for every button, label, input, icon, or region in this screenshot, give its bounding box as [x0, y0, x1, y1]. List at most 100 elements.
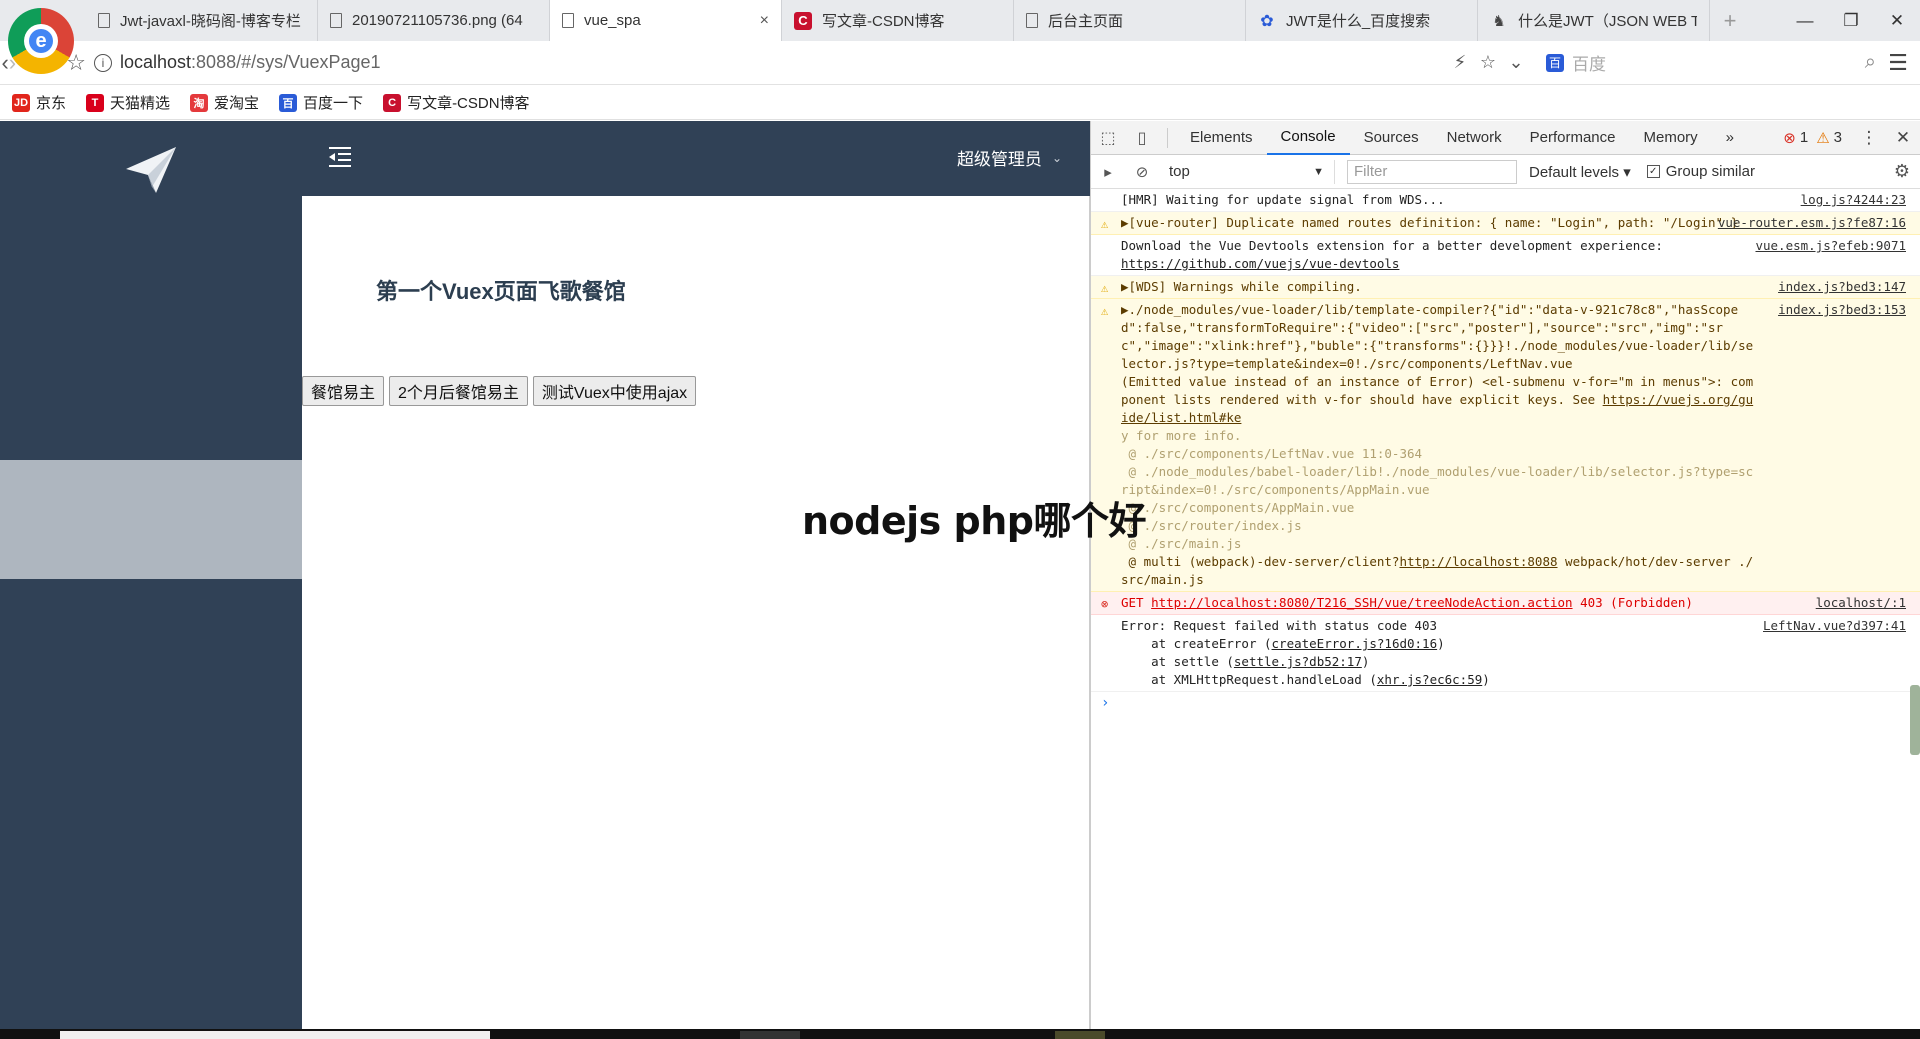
bookmark-item[interactable]: T 天猫精选 [86, 92, 170, 113]
levels-select[interactable]: Default levels ▾ [1529, 163, 1631, 181]
console-message: Download the Vue Devtools extension for … [1091, 235, 1920, 276]
window-controls: — ❐ ✕ [1782, 0, 1920, 41]
console-warning: ⚠ ▶[WDS] Warnings while compiling. index.j… [1091, 276, 1920, 299]
browser-tab-bar: e Jwt-javaxl-晓码阁-博客专栏 20190721105736.png… [0, 0, 1920, 74]
chevron-down-icon[interactable]: ⌄ [1502, 52, 1530, 73]
source-link[interactable]: index.js?bed3:147 [1778, 278, 1906, 296]
device-toggle-icon[interactable]: ▯ [1125, 128, 1159, 148]
warning-count[interactable]: 3 [1834, 129, 1842, 146]
gear-icon[interactable]: ⚙ [1894, 161, 1910, 182]
source-link[interactable]: vue-router.esm.js?fe87:16 [1718, 214, 1906, 232]
minimize-icon[interactable]: — [1782, 0, 1828, 41]
bookmark-item[interactable]: C 写文章-CSDN博客 [383, 92, 530, 113]
devtools-tab-bar: ⬚ ▯ Elements Console Sources Network Per… [1091, 121, 1920, 155]
doc-icon [98, 13, 110, 28]
tab-network[interactable]: Network [1433, 121, 1516, 155]
scrollbar[interactable] [1910, 685, 1920, 755]
search-input[interactable]: 百 百度 ⌕ [1546, 50, 1876, 75]
search-icon[interactable]: ⌕ [1865, 51, 1876, 74]
devtools-panel: ⬚ ▯ Elements Console Sources Network Per… [1090, 121, 1920, 1029]
chevron-down-icon: ⌄ [1051, 150, 1062, 165]
kebab-menu-icon[interactable]: ⋮ [1852, 128, 1886, 148]
info-icon[interactable]: i [94, 53, 112, 72]
error-count[interactable]: 1 [1800, 129, 1808, 146]
doc-icon [1026, 13, 1038, 28]
clear-console-icon[interactable]: ⊘ [1125, 163, 1159, 181]
tab-strip: Jwt-javaxl-晓码阁-博客专栏 20190721105736.png (… [86, 0, 1750, 41]
tab-performance[interactable]: Performance [1516, 121, 1630, 155]
inspect-icon[interactable]: ⬚ [1091, 128, 1125, 148]
browser-tab[interactable]: 20190721105736.png (64 [318, 0, 550, 41]
nav-highlight[interactable] [0, 460, 302, 579]
source-link[interactable]: vue.esm.js?efeb:9071 [1755, 237, 1906, 255]
more-tabs-icon[interactable]: » [1712, 121, 1748, 155]
test-ajax-button[interactable]: 测试Vuex中使用ajax [532, 376, 697, 406]
close-tab-icon[interactable]: × [760, 12, 769, 30]
page-title: 第一个Vuex页面飞歌餐馆 [376, 279, 626, 304]
vue-app: 超级管理员 ⌄ 第一个Vuex页面飞歌餐馆 餐馆易主 2个月后餐馆易主 测试Vu… [0, 121, 1090, 1029]
source-link[interactable]: log.js?4244:23 [1801, 191, 1906, 209]
paw-icon: ✿ [1260, 12, 1274, 30]
left-nav [0, 121, 302, 1029]
bookmark-item[interactable]: 淘 爱淘宝 [190, 92, 259, 113]
console-warning: ⚠ ▶./node_modules/vue-loader/lib/template… [1091, 299, 1920, 592]
browser-tab-active[interactable]: vue_spa × [550, 0, 782, 41]
source-link[interactable]: localhost/:1 [1816, 594, 1906, 612]
console-prompt[interactable]: › [1091, 692, 1920, 714]
request-link[interactable]: http://localhost:8080/T216_SSH/vue/treeN… [1151, 595, 1572, 610]
address-actions: ⚡ ☆ ⌄ 百 百度 ⌕ ☰ [1446, 50, 1920, 76]
jd-icon: JD [12, 93, 30, 112]
filter-input[interactable]: Filter [1347, 159, 1517, 184]
favorite-icon[interactable]: ☆ [1474, 52, 1502, 73]
doc-icon [562, 13, 574, 28]
browser-tab[interactable]: ✿ JWT是什么_百度搜索 [1246, 0, 1478, 41]
restore-icon[interactable]: ❐ [1828, 0, 1874, 41]
bookmark-item[interactable]: 百 百度一下 [279, 92, 363, 113]
tab-console[interactable]: Console [1266, 121, 1350, 155]
stack-link[interactable]: createError.js?16d0:16 [1272, 636, 1438, 651]
warning-icon: ⚠ [1101, 281, 1109, 295]
taobao-icon: 淘 [190, 93, 209, 112]
warning-icon: ⚠ [1816, 129, 1830, 147]
browser-tab[interactable]: ♞ 什么是JWT（JSON WEB T [1478, 0, 1710, 41]
close-window-icon[interactable]: ✕ [1874, 0, 1920, 41]
csdn-icon: C [794, 11, 812, 30]
warning-icon: ⚠ [1101, 217, 1109, 231]
baidu-icon: 百 [1546, 53, 1564, 72]
browser-tab[interactable]: 后台主页面 [1014, 0, 1246, 41]
change-owner-button[interactable]: 餐馆易主 [302, 376, 385, 406]
bookmark-item[interactable]: JD 京东 [12, 92, 66, 113]
close-devtools-icon[interactable]: ✕ [1886, 128, 1920, 148]
devtools-link[interactable]: https://github.com/vuejs/vue-devtools [1121, 256, 1399, 271]
checkbox-checked-icon: ✓ [1646, 165, 1660, 178]
url-field[interactable]: i localhost:8088/#/sys/VuexPage1 [86, 46, 1126, 80]
console-error: ⊗ GET http://localhost:8080/T216_SSH/vue/… [1091, 592, 1920, 615]
console-toolbar: ▸ ⊘ top ▼ Filter Default levels ▾ ✓ Grou… [1091, 155, 1920, 189]
context-select[interactable]: top ▼ [1159, 159, 1335, 184]
user-menu[interactable]: 超级管理员 ⌄ [957, 145, 1062, 170]
top-header: 超级管理员 ⌄ [302, 121, 1090, 196]
source-link[interactable]: index.js?bed3:153 [1778, 301, 1906, 319]
lightning-icon[interactable]: ⚡ [1446, 52, 1474, 73]
overlay-caption: nodejs php哪个好 [802, 499, 1146, 543]
tmall-icon: T [86, 93, 105, 112]
browser-tab[interactable]: Jwt-javaxl-晓码阁-博客专栏 [86, 0, 318, 41]
console-message: Error: Request failed with status code 4… [1091, 615, 1920, 692]
tab-sources[interactable]: Sources [1350, 121, 1433, 155]
collapse-menu-icon[interactable] [326, 143, 354, 171]
sidebar-toggle-icon[interactable]: ▸ [1091, 163, 1125, 181]
group-similar-checkbox[interactable]: ✓ Group similar [1646, 163, 1755, 180]
devtools-status: ⊗ 1 ⚠ 3 ⋮ ✕ [1783, 128, 1920, 148]
source-link[interactable]: LeftNav.vue?d397:41 [1763, 617, 1906, 635]
stack-link[interactable]: settle.js?db52:17 [1234, 654, 1362, 669]
tab-memory[interactable]: Memory [1630, 121, 1712, 155]
browser-tab[interactable]: C 写文章-CSDN博客 [782, 0, 1014, 41]
tab-elements[interactable]: Elements [1176, 121, 1267, 155]
change-owner-later-button[interactable]: 2个月后餐馆易主 [389, 376, 528, 406]
doc-icon [330, 13, 342, 28]
menu-icon[interactable]: ☰ [1876, 50, 1920, 76]
localhost-link[interactable]: http://localhost:8088 [1399, 554, 1557, 569]
new-tab-button[interactable]: + [1710, 0, 1750, 41]
stack-link[interactable]: xhr.js?ec6c:59 [1377, 672, 1482, 687]
baidu-icon: 百 [279, 93, 298, 112]
